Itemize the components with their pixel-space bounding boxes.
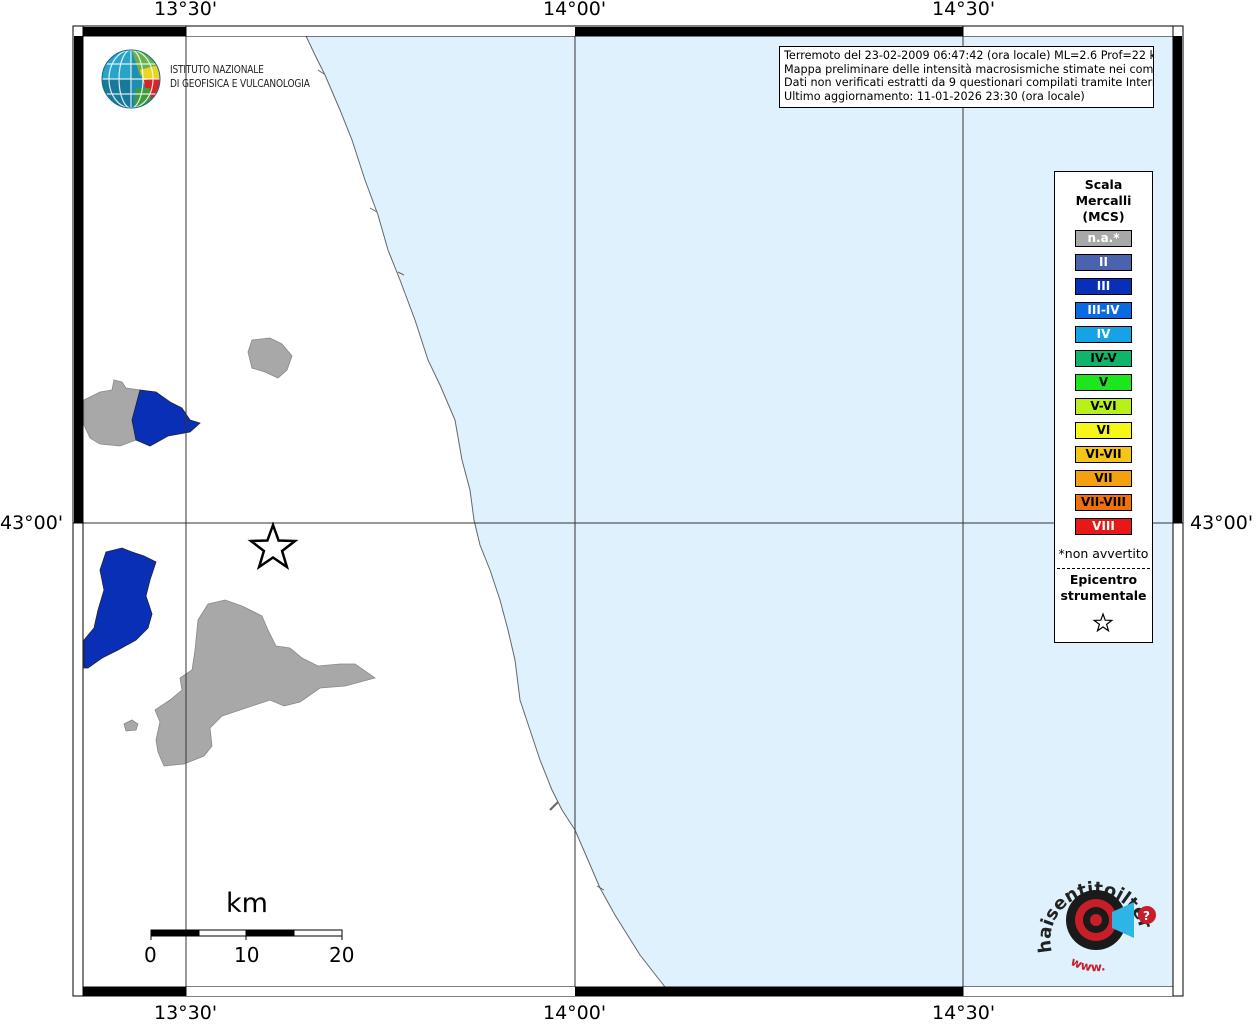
legend-separator — [1057, 568, 1150, 569]
legend-item-2: III — [1075, 278, 1132, 295]
legend-item-3: III-IV — [1075, 302, 1132, 319]
legend-star-icon — [1092, 612, 1114, 633]
svg-text:www.: www. — [1069, 954, 1107, 974]
legend-epi-2: strumentale — [1060, 588, 1147, 603]
legend-item-11: VII-VIII — [1075, 494, 1132, 511]
top-tick-3: 14°30' — [932, 0, 996, 20]
info-line-2: Mappa preliminare delle intensità macros… — [784, 62, 1154, 76]
bottom-tick-1: 13°30' — [154, 1002, 218, 1024]
legend-item-0: n.a.* — [1075, 230, 1132, 247]
ingv-globe-icon — [101, 49, 161, 109]
info-line-1: Terremoto del 23-02-2009 06:47:42 (ora l… — [784, 49, 1154, 62]
scale-tick-20: 20 — [329, 943, 355, 967]
ingv-line2: DI GEOFISICA E VULCANOLOGIA — [170, 77, 310, 90]
legend-title-3: (MCS) — [1082, 209, 1125, 224]
hst-www-text: www. — [1069, 954, 1107, 974]
ingv-logo-text: ISTITUTO NAZIONALE DI GEOFISICA E VULCAN… — [170, 63, 310, 91]
legend-item-5: IV-V — [1075, 350, 1132, 367]
event-info-box: Terremoto del 23-02-2009 06:47:42 (ora l… — [779, 46, 1154, 108]
scale-tick-10: 10 — [234, 943, 260, 967]
mcs-legend: Scala Mercalli (MCS) n.a.* II III III-IV IV I… — [1054, 171, 1153, 643]
top-tick-2: 14°00' — [543, 0, 607, 20]
legend-item-4: IV — [1075, 326, 1132, 343]
info-line-3: Dati non verificati estratti da 9 questi… — [784, 76, 1154, 90]
left-tick: 43°00' — [0, 512, 64, 534]
legend-item-8: VI — [1075, 422, 1132, 439]
legend-note: *non avvertito — [1058, 546, 1149, 561]
legend-item-9: VI-VII — [1075, 446, 1132, 463]
legend-item-1: II — [1075, 254, 1132, 271]
right-tick: 43°00' — [1190, 512, 1254, 534]
scale-unit: km — [226, 888, 268, 919]
legend-item-12: VIII — [1075, 518, 1132, 535]
legend-epi-1: Epicentro — [1069, 572, 1138, 587]
legend-title-2: Mercalli — [1075, 193, 1132, 208]
legend-item-6: V — [1075, 374, 1132, 391]
top-tick-1: 13°30' — [154, 0, 218, 20]
legend-item-10: VII — [1075, 470, 1132, 487]
legend-title-1: Scala — [1084, 177, 1123, 192]
hst-question: ? — [1143, 909, 1150, 923]
bottom-tick-2: 14°00' — [543, 1002, 607, 1024]
legend-item-7: V-VI — [1075, 398, 1132, 415]
bottom-tick-3: 14°30' — [932, 1002, 996, 1024]
scale-tick-0: 0 — [144, 943, 157, 967]
ingv-line1: ISTITUTO NAZIONALE — [170, 63, 264, 76]
haisentito-logo-icon: haisentitoilterremoto.it www. ? — [1030, 860, 1156, 974]
info-line-4: Ultimo aggiornamento: 11-01-2026 23:30 (… — [784, 89, 1085, 103]
